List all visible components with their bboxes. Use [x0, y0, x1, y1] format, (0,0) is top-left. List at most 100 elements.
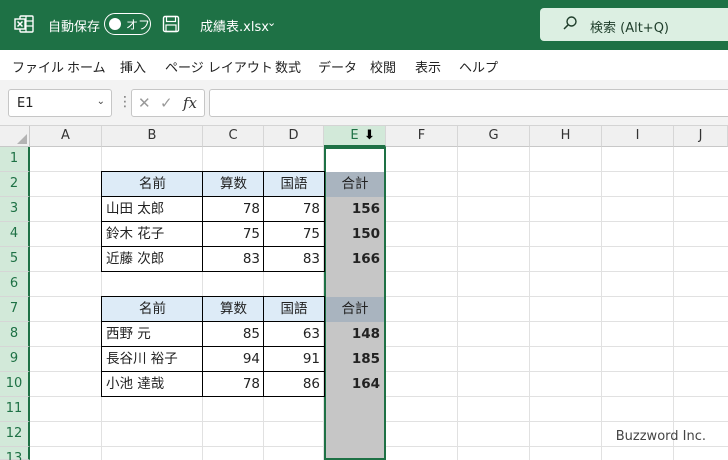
table-cell[interactable]: 164	[326, 372, 384, 397]
column-header-b[interactable]: B	[102, 126, 203, 147]
row-header-4[interactable]: 4	[0, 222, 30, 247]
column-header-i[interactable]: I	[602, 126, 674, 147]
gridline	[529, 147, 530, 460]
confirm-icon[interactable]: ✓	[160, 94, 173, 112]
table-rule	[101, 346, 325, 347]
table-cell[interactable]: 近藤 次郎	[102, 247, 203, 272]
table2-header-name[interactable]: 名前	[102, 297, 203, 322]
row-header-8[interactable]: 8	[0, 322, 30, 347]
spreadsheet-grid: A B C D E F G H I J ⬇ 1 2 3 4 5 6 7 8 9 …	[0, 126, 728, 460]
more-dots-icon[interactable]: ⋮	[118, 94, 132, 110]
column-header-j[interactable]: J	[674, 126, 728, 147]
table2-header-total[interactable]: 合計	[326, 297, 384, 322]
file-name[interactable]: 成績表.xlsx	[200, 16, 269, 35]
table-rule	[101, 221, 325, 222]
table2-header-japanese[interactable]: 国語	[264, 297, 324, 322]
table1-header-math[interactable]: 算数	[203, 172, 264, 197]
table-cell[interactable]: 75	[203, 222, 264, 247]
menu-view[interactable]: 表示	[415, 57, 441, 76]
table-cell[interactable]: 148	[326, 322, 384, 347]
formula-input[interactable]	[209, 89, 728, 117]
row-header-7[interactable]: 7	[0, 297, 30, 322]
column-header-h[interactable]: H	[530, 126, 602, 147]
column-header-d[interactable]: D	[264, 126, 324, 147]
menu-review[interactable]: 校閲	[370, 57, 396, 76]
table-cell[interactable]: 86	[264, 372, 324, 397]
row-header-12[interactable]: 12	[0, 422, 30, 447]
name-box-value: E1	[17, 96, 34, 111]
name-box[interactable]: E1 ⌄	[8, 89, 112, 117]
chevron-down-icon[interactable]: ⌄	[267, 16, 276, 29]
table-rule	[101, 196, 325, 197]
row-header-6[interactable]: 6	[0, 272, 30, 297]
table-cell[interactable]: 鈴木 花子	[102, 222, 203, 247]
menu-insert[interactable]: 挿入	[120, 57, 146, 76]
menu-help[interactable]: ヘルプ	[459, 57, 498, 76]
row-header-5[interactable]: 5	[0, 247, 30, 272]
select-all-corner[interactable]	[0, 126, 30, 147]
table-cell[interactable]: 83	[203, 247, 264, 272]
table-cell[interactable]: 83	[264, 247, 324, 272]
table1-header-total[interactable]: 合計	[326, 172, 384, 197]
table-cell[interactable]: 185	[326, 347, 384, 372]
watermark: Buzzword Inc.	[615, 429, 706, 444]
row-header-10[interactable]: 10	[0, 372, 30, 397]
table2-header-math[interactable]: 算数	[203, 297, 264, 322]
column-header-g[interactable]: G	[458, 126, 530, 147]
search-placeholder: 検索 (Alt+Q)	[590, 21, 670, 36]
row-header-2[interactable]: 2	[0, 172, 30, 197]
toggle-label: オフ	[126, 18, 151, 32]
row-header-1[interactable]: 1	[0, 147, 30, 172]
title-bar: 自動保存 オフ 成績表.xlsx ⌄ 検索 (Alt+Q)	[0, 0, 728, 50]
gridline	[457, 147, 458, 460]
insert-function-icon[interactable]: fx	[183, 94, 197, 112]
row-header-9[interactable]: 9	[0, 347, 30, 372]
table-cell[interactable]: 75	[264, 222, 324, 247]
column-header-f[interactable]: F	[386, 126, 458, 147]
table-cell[interactable]: 91	[264, 347, 324, 372]
table-cell[interactable]: 78	[203, 372, 264, 397]
menu-home[interactable]: ホーム	[67, 57, 106, 76]
table1-header-japanese[interactable]: 国語	[264, 172, 324, 197]
table-rule	[101, 321, 325, 322]
formula-buttons: ✕ ✓ fx	[131, 89, 205, 117]
table-cell[interactable]: 150	[326, 222, 384, 247]
column-header-c[interactable]: C	[203, 126, 264, 147]
chevron-down-icon[interactable]: ⌄	[97, 96, 105, 107]
row-header-11[interactable]: 11	[0, 397, 30, 422]
column-header-a[interactable]: A	[30, 126, 102, 147]
table-rule	[101, 246, 325, 247]
search-icon	[563, 16, 577, 30]
row-header-3[interactable]: 3	[0, 197, 30, 222]
row-header-13[interactable]: 13	[0, 447, 30, 460]
table-rule	[101, 371, 325, 372]
menu-page-layout[interactable]: ページ レイアウト	[165, 57, 273, 76]
column-select-cursor-icon: ⬇	[364, 128, 375, 143]
table-cell[interactable]: 西野 元	[102, 322, 203, 347]
active-cell-e1[interactable]	[326, 149, 384, 174]
table-cell[interactable]: 94	[203, 347, 264, 372]
table-cell[interactable]: 85	[203, 322, 264, 347]
gridline	[673, 147, 674, 460]
table-cell[interactable]: 小池 達哉	[102, 372, 203, 397]
table1-header-name[interactable]: 名前	[102, 172, 203, 197]
table-cell[interactable]: 166	[326, 247, 384, 272]
save-icon[interactable]	[162, 15, 180, 33]
autosave-toggle[interactable]: オフ	[104, 13, 151, 35]
menu-formulas[interactable]: 数式	[275, 57, 301, 76]
table-cell[interactable]: 78	[203, 197, 264, 222]
autosave-label: 自動保存	[48, 20, 101, 35]
column-header-e[interactable]: E	[324, 126, 386, 147]
table-cell[interactable]: 78	[264, 197, 324, 222]
table-cell[interactable]: 63	[264, 322, 324, 347]
menu-data[interactable]: データ	[318, 57, 357, 76]
table-cell[interactable]: 山田 太郎	[102, 197, 203, 222]
cancel-icon[interactable]: ✕	[138, 94, 151, 112]
menu-file[interactable]: ファイル	[12, 57, 64, 76]
gridline	[601, 147, 602, 460]
formula-bar: E1 ⌄ ⋮ ✕ ✓ fx	[0, 80, 728, 126]
table-cell[interactable]: 長谷川 裕子	[102, 347, 203, 372]
search-box[interactable]: 検索 (Alt+Q)	[540, 8, 728, 41]
table-cell[interactable]: 156	[326, 197, 384, 222]
excel-icon[interactable]	[13, 13, 35, 35]
